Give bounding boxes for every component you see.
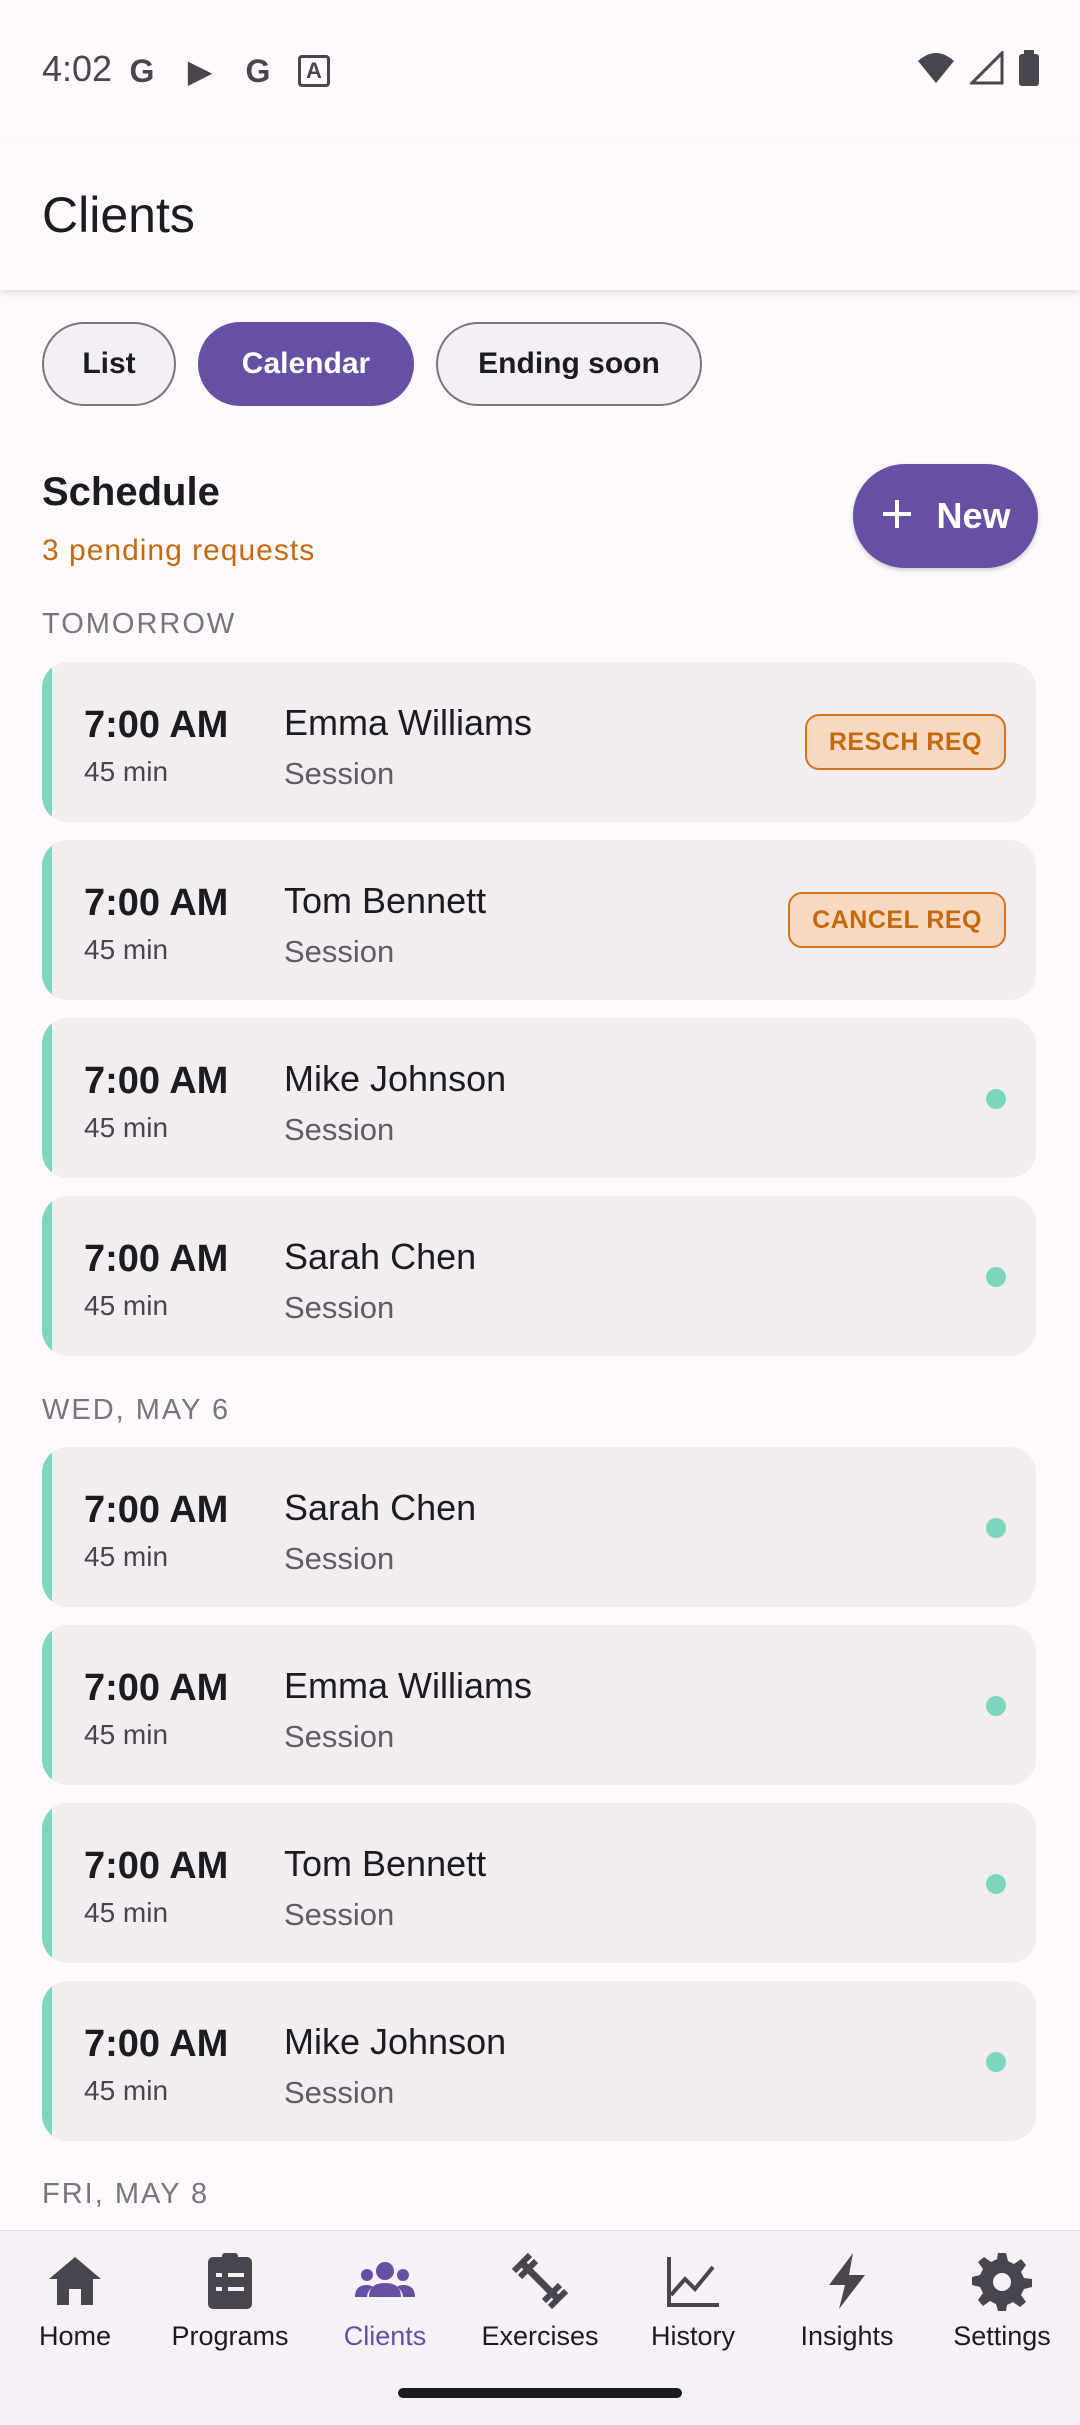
session-type: Session [284,1290,395,1325]
chip-list[interactable]: List [42,322,176,406]
page-title: Clients [42,187,195,243]
status-bar: 4:02 G ▶ G A [0,0,1080,140]
schedule-title: Schedule [42,470,220,514]
play-store-icon: ▶ [187,53,213,89]
session-duration: 45 min [84,756,169,787]
notification-icons: G ▶ G A [124,52,330,90]
wifi-icon [918,53,954,83]
nav-label: Clients [343,2321,427,2351]
section-label: FRI, MAY 8 [42,2178,210,2210]
dumbbell-icon [511,2252,569,2310]
session-duration: 45 min [84,1719,169,1750]
status-badge: CANCEL REQ [788,892,1006,948]
session-type: Session [284,756,395,791]
gear-icon [972,2253,1032,2311]
status-dot [986,2052,1006,2072]
status-dot [986,1267,1006,1287]
nav-exercises[interactable]: Exercises [465,2249,615,2352]
nav-clients[interactable]: Clients [310,2249,460,2352]
session-card[interactable]: 7:00 AM 45 min Sarah Chen Session [42,1196,1036,1356]
client-name: Mike Johnson [284,2021,507,2062]
session-time: 7:00 AM [84,2023,229,2065]
session-duration: 45 min [84,1112,169,1143]
bolt-icon [829,2253,865,2309]
top-app-bar: Clients [0,140,1080,290]
pending-requests: 3 pending requests [42,534,316,567]
chart-line-icon [667,2257,719,2307]
home-icon [49,2257,101,2305]
chip-calendar[interactable]: Calendar [198,322,414,406]
session-type: Session [284,2075,395,2110]
status-dot [986,1518,1006,1538]
google-icon: G [245,52,271,89]
session-card[interactable]: 7:00 AM 45 min Mike Johnson Session [42,1981,1036,2141]
translate-icon: A [298,55,330,87]
status-badge: RESCH REQ [804,714,1006,770]
session-card[interactable]: 7:00 AM 45 min Sarah Chen Session [42,1447,1036,1607]
session-type: Session [284,1719,395,1754]
nav-home[interactable]: Home [0,2249,150,2352]
nav-settings[interactable]: Settings [927,2249,1077,2352]
nav-insights[interactable]: Insights [772,2249,922,2352]
battery-icon [1019,50,1039,86]
nav-label: Home [38,2321,112,2351]
view-filter-chips: List Calendar Ending soon [42,322,702,406]
session-time: 7:00 AM [84,1060,229,1102]
session-time: 7:00 AM [84,704,229,746]
session-card[interactable]: 7:00 AM 45 min Mike Johnson Session [42,1018,1036,1178]
client-name: Sarah Chen [284,1487,477,1528]
nav-label: Insights [800,2321,894,2351]
session-card[interactable]: 7:00 AM 45 min Tom Bennett Session CANCE… [42,840,1036,1000]
session-card[interactable]: 7:00 AM 45 min Tom Bennett Session [42,1803,1036,1963]
session-duration: 45 min [84,1541,169,1572]
session-type: Session [284,1897,395,1932]
home-indicator[interactable] [398,2388,682,2398]
session-time: 7:00 AM [84,882,229,924]
section-label: WED, MAY 6 [42,1394,231,1426]
session-time: 7:00 AM [84,1845,229,1887]
new-session-button[interactable]: New [853,464,1038,568]
client-name: Mike Johnson [284,1058,507,1099]
session-time: 7:00 AM [84,1238,229,1280]
signal-icon [970,51,1004,85]
new-button-label: New [936,495,1011,536]
session-type: Session [284,1112,395,1147]
plus-icon [883,500,912,528]
system-icons [916,50,1040,86]
session-duration: 45 min [84,934,169,965]
nav-label: Settings [953,2321,1051,2351]
people-icon [355,2262,415,2297]
nav-history[interactable]: History [618,2249,768,2352]
status-dot [986,1696,1006,1716]
nav-label: History [650,2321,735,2351]
session-card[interactable]: 7:00 AM 45 min Emma Williams Session RES… [42,662,1036,822]
google-icon: G [129,52,155,89]
session-card[interactable]: 7:00 AM 45 min Emma Williams Session [42,1625,1036,1785]
nav-label: Programs [171,2321,289,2351]
client-name: Tom Bennett [284,880,487,921]
section-label: TOMORROW [42,608,237,640]
chip-ending-soon[interactable]: Ending soon [436,322,702,406]
nav-label: Exercises [481,2321,599,2351]
session-type: Session [284,934,395,969]
client-name: Emma Williams [284,702,532,743]
session-time: 7:00 AM [84,1667,229,1709]
session-duration: 45 min [84,1897,169,1928]
session-duration: 45 min [84,2075,169,2106]
status-time: 4:02 [42,48,113,89]
client-name: Sarah Chen [284,1236,477,1277]
nav-programs[interactable]: Programs [155,2249,305,2352]
client-name: Emma Williams [284,1665,532,1706]
client-name: Tom Bennett [284,1843,487,1884]
status-dot [986,1089,1006,1109]
status-dot [986,1874,1006,1894]
session-time: 7:00 AM [84,1489,229,1531]
session-duration: 45 min [84,1290,169,1321]
clipboard-icon [208,2253,252,2309]
session-type: Session [284,1541,395,1576]
